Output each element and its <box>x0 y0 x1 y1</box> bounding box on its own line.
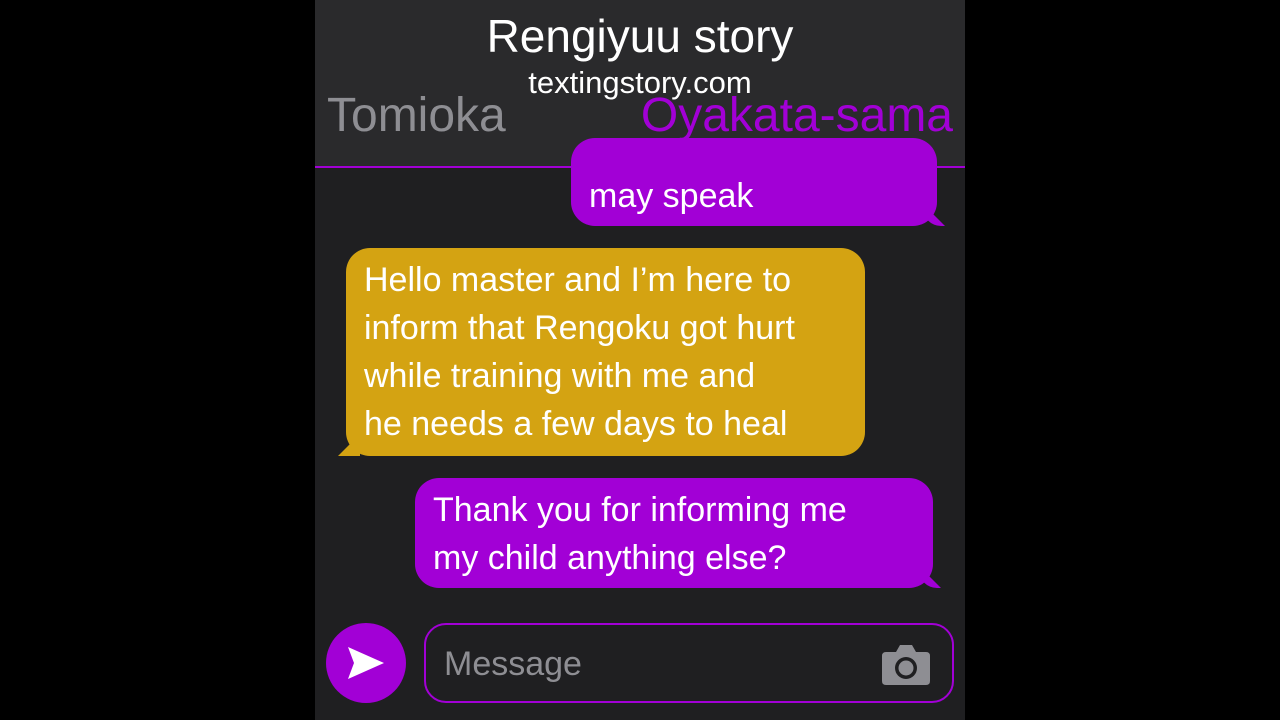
chat-screen: Rengiyuu story textingstory.com Tomioka … <box>315 0 965 720</box>
message-bubble-received: Hello master and I’m here to inform that… <box>346 248 865 456</box>
send-button[interactable] <box>326 623 406 703</box>
message-bubble-sent: may speak <box>571 138 937 226</box>
message-list[interactable]: may speak Hello master and I’m here to i… <box>315 138 965 608</box>
message-bubble-sent: Thank you for informing me my child anyt… <box>415 478 933 588</box>
story-title: Rengiyuu story <box>486 10 794 62</box>
send-arrow-icon <box>348 647 384 679</box>
message-input[interactable]: Message <box>424 623 954 703</box>
camera-icon[interactable] <box>880 642 932 686</box>
contact-name-tomioka[interactable]: Tomioka <box>327 88 506 144</box>
contact-name-oyakata[interactable]: Oyakata-sama <box>641 88 953 144</box>
message-placeholder: Message <box>444 645 582 683</box>
